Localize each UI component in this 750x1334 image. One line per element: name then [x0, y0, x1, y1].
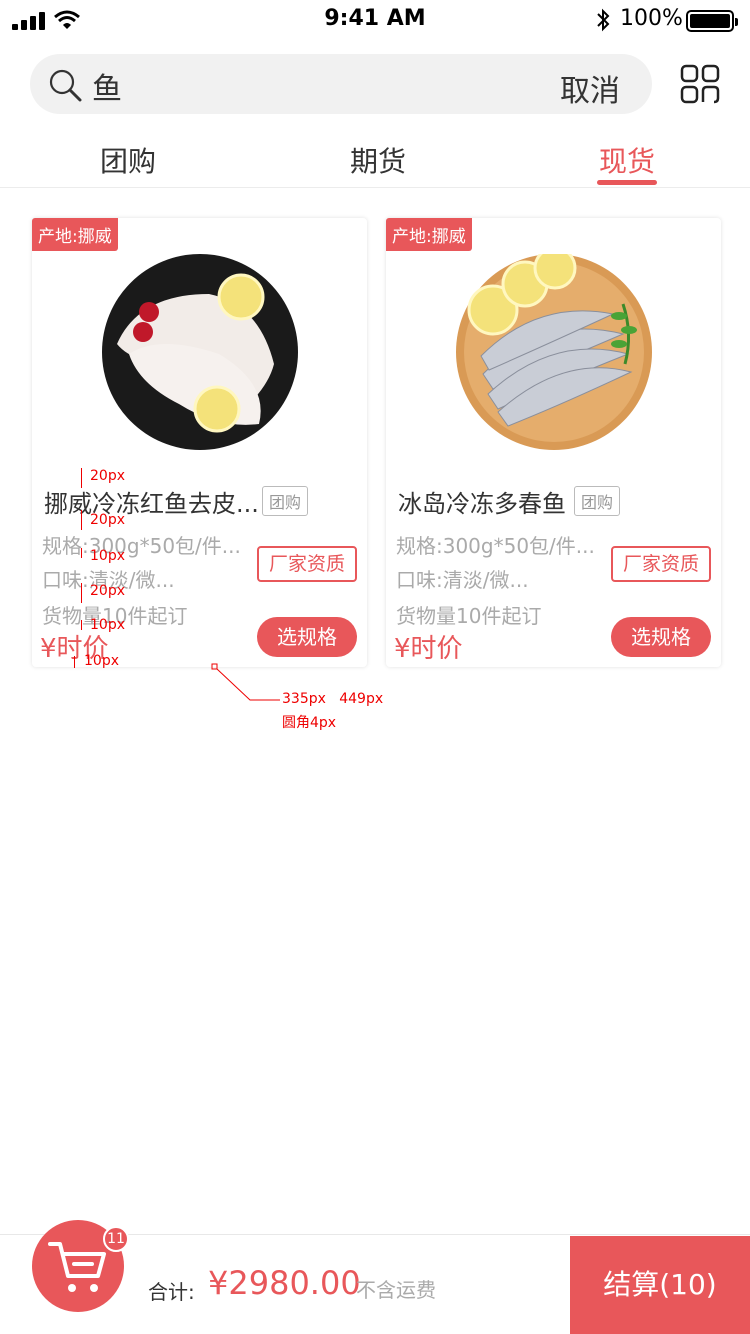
select-spec-button[interactable]: 选规格 — [611, 617, 711, 657]
spacing-marker — [81, 510, 82, 530]
total-amount: ¥2980.00 — [208, 1264, 361, 1302]
total-label: 合计: — [148, 1280, 195, 1304]
product-name[interactable]: 冰岛冷冻多春鱼 — [398, 484, 566, 519]
leader-line — [211, 663, 280, 701]
spacing-marker — [74, 656, 75, 668]
active-tab-indicator — [597, 180, 657, 185]
spacing-annotation: 10px — [90, 548, 125, 564]
product-image[interactable] — [453, 254, 655, 450]
battery-percent: 100% — [620, 6, 683, 31]
spacing-marker — [81, 620, 82, 630]
origin-badge: 产地:挪威 — [32, 218, 118, 251]
product-moq: 货物量10件起订 — [396, 604, 542, 628]
origin-badge: 产地:挪威 — [386, 218, 472, 251]
search-bar[interactable]: 鱼 取消 — [30, 54, 652, 114]
product-card[interactable]: 产地:挪威 挪威冷冻红鱼去皮... 团购 规格:300g*50包/件... 口味… — [32, 218, 367, 667]
group-buy-tag: 团购 — [574, 486, 621, 516]
status-bar: 9:41 AM 100% — [0, 0, 750, 40]
tab-bar: 团购 期货 现货 — [0, 130, 750, 188]
bluetooth-icon — [597, 8, 610, 32]
product-price: ¥时价 — [394, 634, 463, 664]
cart-count-badge: 11 — [103, 1226, 129, 1252]
tab-futures[interactable]: 期货 — [350, 140, 406, 180]
select-spec-button[interactable]: 选规格 — [257, 617, 357, 657]
spacing-marker — [81, 468, 82, 488]
qualification-button[interactable]: 厂家资质 — [611, 546, 711, 582]
product-image[interactable] — [99, 254, 301, 450]
search-input[interactable]: 鱼 — [92, 64, 122, 108]
product-taste: 口味:清淡/微... — [396, 568, 529, 592]
checkout-button[interactable]: 结算(10) — [570, 1236, 750, 1334]
tab-group-buy[interactable]: 团购 — [100, 140, 156, 180]
product-spec: 规格:300g*50包/件... — [42, 534, 241, 558]
card-radius-annotation: 圆角4px — [282, 715, 337, 731]
spacing-annotation: 10px — [84, 653, 119, 669]
shopping-cart-icon — [48, 1242, 106, 1292]
grid-menu-icon[interactable] — [680, 64, 720, 104]
group-buy-tag: 团购 — [262, 486, 309, 516]
product-card[interactable]: 产地:挪威 冰岛冷冻多春鱼 团购 规格:300g*50包/件... 口味:清淡/… — [386, 218, 721, 667]
tab-spot[interactable]: 现货 — [599, 140, 655, 180]
cancel-button[interactable]: 取消 — [560, 66, 620, 110]
spacing-annotation: 20px — [90, 468, 125, 484]
spacing-marker — [81, 548, 82, 558]
spacing-marker — [81, 583, 82, 603]
shipping-note: 不含运费 — [356, 1278, 436, 1302]
search-icon — [49, 69, 82, 102]
card-size-annotation: 335px 449px — [282, 691, 384, 707]
qualification-button[interactable]: 厂家资质 — [257, 546, 357, 582]
product-name[interactable]: 挪威冷冻红鱼去皮... — [44, 484, 259, 519]
product-spec: 规格:300g*50包/件... — [396, 534, 595, 558]
spacing-annotation: 10px — [90, 617, 125, 633]
battery-icon — [686, 10, 738, 32]
spacing-annotation: 20px — [90, 512, 125, 528]
spacing-annotation: 20px — [90, 583, 125, 599]
